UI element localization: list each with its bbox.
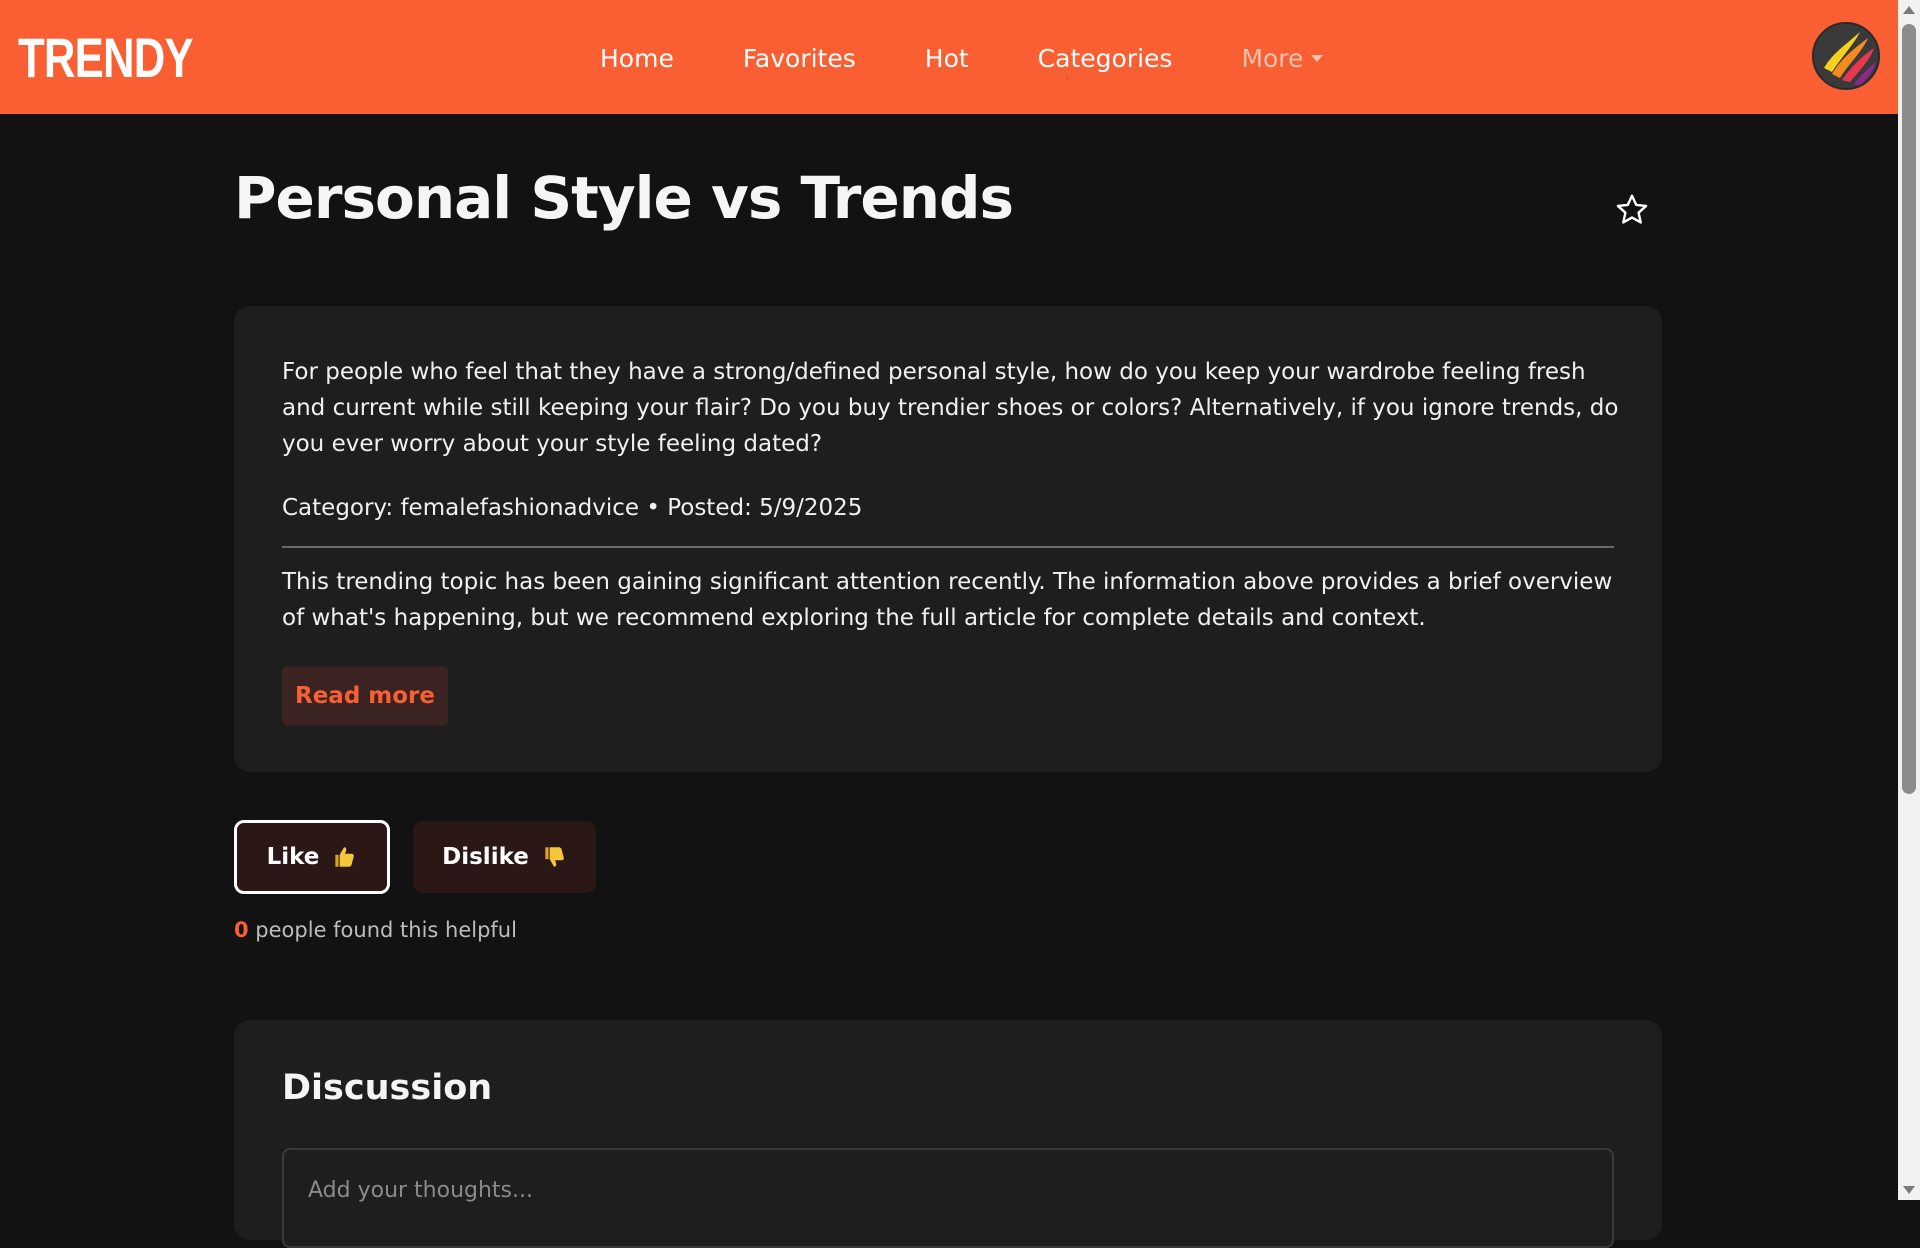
helpful-count: 0: [234, 918, 249, 942]
nav-more-label: More: [1241, 43, 1304, 73]
thumbs-down-icon: [545, 847, 564, 867]
discussion-section: Discussion: [234, 1020, 1662, 1248]
nav-categories-link[interactable]: Categories: [1038, 44, 1173, 73]
nav-hot-link[interactable]: Hot: [925, 44, 969, 73]
flame-logo-icon: [1814, 24, 1878, 88]
post-title: Personal Style vs Trends: [234, 164, 1014, 232]
brand-logo[interactable]: TRENDY: [18, 26, 194, 90]
star-outline-icon[interactable]: [1614, 192, 1650, 228]
post-meta: Category: femalefashionadvice • Posted: …: [282, 495, 863, 521]
top-navbar: TRENDY Home Favorites Hot Categories Mor…: [0, 0, 1898, 114]
scrollbar-thumb[interactable]: [1902, 24, 1916, 794]
dislike-label: Dislike: [442, 844, 529, 870]
read-more-button[interactable]: Read more: [282, 666, 448, 726]
helpful-count-text: 0 people found this helpful: [234, 918, 517, 942]
comment-input[interactable]: [282, 1148, 1614, 1248]
nav-favorites-link[interactable]: Favorites: [743, 44, 856, 73]
helpful-text: people found this helpful: [248, 918, 517, 942]
page-scrollbar[interactable]: [1898, 0, 1920, 1200]
chevron-down-icon: [1311, 54, 1324, 62]
post-summary: For people who feel that they have a str…: [282, 359, 1619, 457]
divider: [282, 546, 1614, 548]
like-label: Like: [266, 844, 320, 870]
thumbs-up-icon: [335, 847, 355, 867]
scroll-down-arrow-icon[interactable]: [1903, 1186, 1915, 1194]
scroll-up-arrow-icon[interactable]: [1903, 6, 1915, 14]
post-explanation: This trending topic has been gaining sig…: [282, 569, 1613, 631]
nav-links: Home Favorites Hot Categories More: [600, 38, 1392, 78]
like-button[interactable]: Like: [234, 820, 390, 894]
nav-more-dropdown[interactable]: More: [1241, 43, 1324, 73]
dislike-button[interactable]: Dislike: [413, 821, 596, 893]
post-card: For people who feel that they have a str…: [234, 306, 1662, 772]
discussion-title: Discussion: [282, 1068, 493, 1108]
nav-home-link[interactable]: Home: [600, 44, 674, 73]
user-avatar[interactable]: [1812, 22, 1880, 90]
